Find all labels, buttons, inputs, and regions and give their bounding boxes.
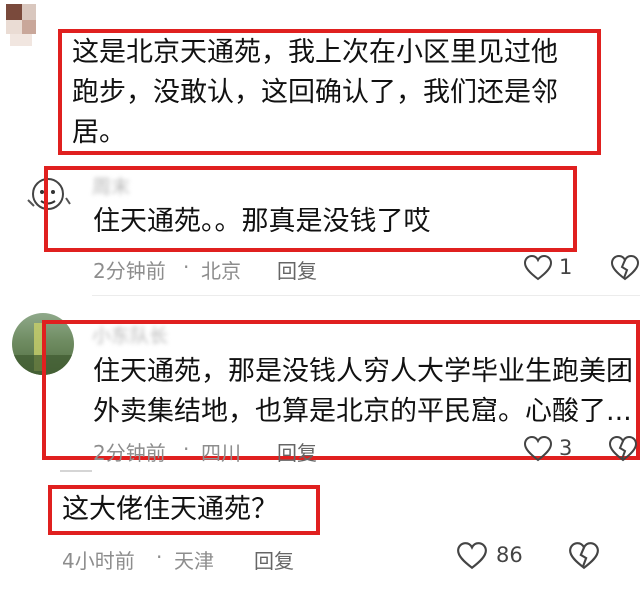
like-count: 86	[496, 543, 523, 567]
dislike-button[interactable]	[608, 435, 638, 463]
reply-button[interactable]: 回复	[277, 437, 317, 466]
dislike-button[interactable]	[610, 254, 640, 282]
comment-text-line: 住天通苑，那是没钱人穷人大学毕业生跑美团	[93, 356, 633, 387]
comment-text-line: 跑步，没敢认，这回确认了，我们还是邻	[72, 77, 558, 108]
comment-text: 住天通苑。。那真是没钱了哎	[93, 206, 431, 237]
comment-text-line: 外卖集结地，也算是北京的平民窟。心酸了...	[93, 396, 632, 427]
like-button[interactable]: 86	[456, 540, 536, 572]
reply-button[interactable]: 回复	[254, 545, 294, 574]
timestamp: 4小时前	[62, 549, 135, 573]
separator-dot: ·	[183, 255, 190, 279]
avatar[interactable]	[6, 4, 36, 48]
comment-text-line: 这是北京天通苑，我上次在小区里见过他	[72, 37, 558, 68]
heart-icon	[457, 542, 487, 570]
heart-icon	[523, 435, 553, 462]
like-count: 3	[559, 436, 573, 460]
location: 四川	[201, 441, 241, 465]
timestamp: 2分钟前	[93, 441, 166, 465]
broken-heart-icon	[610, 254, 640, 281]
like-count: 1	[559, 255, 573, 279]
location: 天津	[174, 549, 214, 573]
heart-icon	[523, 254, 553, 281]
comment-text: 这大佬住天通苑？	[62, 494, 278, 525]
comment-text-block: 住天通苑，那是没钱人穷人大学毕业生跑美团 外卖集结地，也算是北京的平民窟。心酸了…	[93, 352, 633, 432]
separator-dot: ·	[156, 545, 163, 569]
location: 北京	[201, 259, 241, 283]
separator-dot: ·	[183, 437, 190, 461]
like-button[interactable]: 3	[523, 433, 583, 465]
like-button[interactable]: 1	[523, 252, 583, 284]
timestamp: 2分钟前	[93, 259, 166, 283]
divider	[60, 470, 92, 472]
comment-text-line: 居。	[72, 117, 126, 148]
broken-heart-icon	[608, 435, 638, 462]
divider	[92, 295, 640, 296]
dislike-button[interactable]	[568, 541, 600, 571]
reply-button[interactable]: 回复	[277, 255, 317, 284]
broken-heart-icon	[569, 542, 599, 570]
